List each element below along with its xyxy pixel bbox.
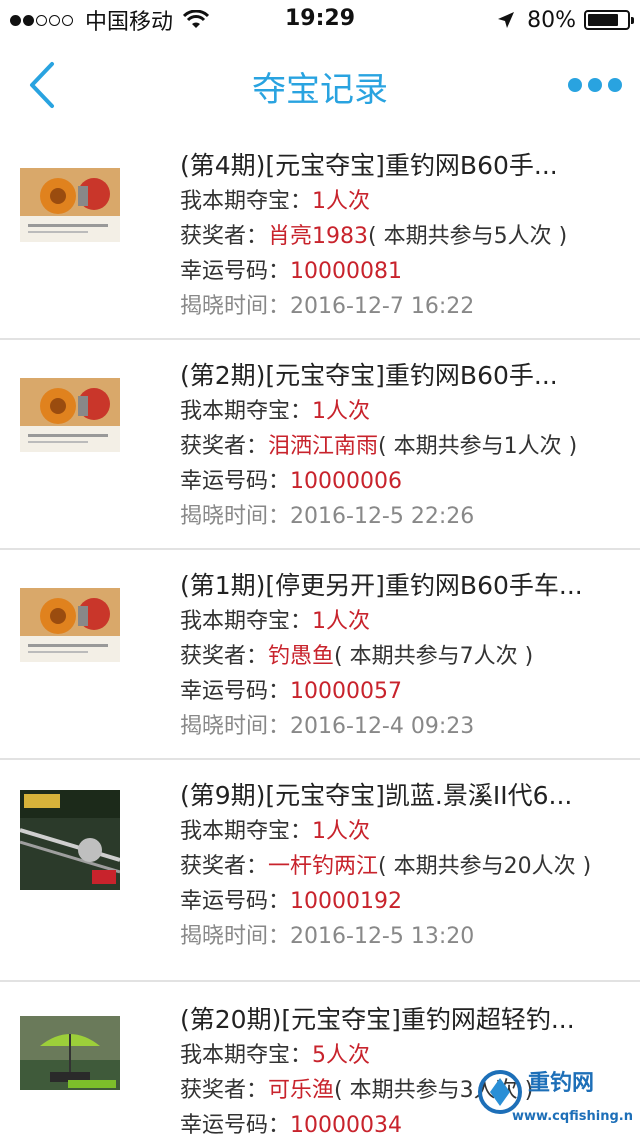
battery-percent: 80% [527,7,576,33]
record-title: (第20期)[元宝夺宝]重钓网超轻钓... [180,1005,575,1034]
reveal-time-value: 2016-12-4 09:23 [290,714,475,739]
lucky-number-value: 10000081 [290,259,402,284]
record-title: (第9期)[元宝夺宝]凯蓝.景溪II代6... [180,781,573,810]
record-title: (第2期)[元宝夺宝]重钓网B60手... [180,361,558,390]
my-entries-value: 1人次 [312,189,371,214]
product-thumbnail [20,790,120,890]
my-entries-value: 1人次 [312,819,371,844]
lucky-number-label: 幸运号码： [180,889,291,914]
my-entries-label: 我本期夺宝： [180,609,313,634]
lucky-number-value: 10000034 [290,1113,402,1136]
winner-name: 一杆钓两江 [268,854,379,879]
reveal-time-value: 2016-12-5 22:26 [290,504,475,529]
participation-count: ( 本期共参与5人次 ) [368,224,568,249]
lucky-number-label: 幸运号码： [180,469,291,494]
nav-bar: 夺宝记录 [0,40,640,130]
list-item[interactable]: (第4期)[元宝夺宝]重钓网B60手... 我本期夺宝：1人次 获奖者：肖亮19… [0,130,640,340]
list-item[interactable]: (第2期)[元宝夺宝]重钓网B60手... 我本期夺宝：1人次 获奖者：泪洒江南… [0,340,640,550]
winner-name: 泪洒江南雨 [268,434,379,459]
product-thumbnail [20,588,120,662]
my-entries-label: 我本期夺宝： [180,189,313,214]
my-entries-label: 我本期夺宝： [180,1043,313,1068]
winner-label: 获奖者： [180,1078,269,1103]
more-dot-icon [588,78,602,92]
record-list: (第4期)[元宝夺宝]重钓网B60手... 我本期夺宝：1人次 获奖者：肖亮19… [0,130,640,1136]
lucky-number-label: 幸运号码： [180,259,291,284]
winner-label: 获奖者： [180,644,269,669]
more-dot-icon [608,78,622,92]
participation-count: ( 本期共参与1人次 ) [378,434,578,459]
watermark-logo: 重钓网 www.cqfishing.net [472,1058,640,1130]
list-item[interactable]: (第1期)[停更另开]重钓网B60手车... 我本期夺宝：1人次 获奖者：钓愚鱼… [0,550,640,760]
more-dot-icon [568,78,582,92]
reveal-time-value: 2016-12-5 13:20 [290,924,475,949]
reveal-time-value: 2016-12-7 16:22 [290,294,475,319]
watermark-brand: 重钓网 [528,1070,594,1096]
my-entries-label: 我本期夺宝： [180,819,313,844]
page-title: 夺宝记录 [252,70,388,110]
winner-label: 获奖者： [180,434,269,459]
my-entries-label: 我本期夺宝： [180,399,313,424]
my-entries-value: 1人次 [312,399,371,424]
winner-label: 获奖者： [180,224,269,249]
participation-count: ( 本期共参与7人次 ) [334,644,534,669]
record-title: (第4期)[元宝夺宝]重钓网B60手... [180,151,558,180]
list-item[interactable]: (第9期)[元宝夺宝]凯蓝.景溪II代6... 我本期夺宝：1人次 获奖者：一杆… [0,760,640,982]
more-button[interactable] [568,76,622,94]
record-title: (第1期)[停更另开]重钓网B60手车... [180,571,583,600]
product-thumbnail [20,168,120,242]
participation-count: ( 本期共参与20人次 ) [378,854,592,879]
winner-label: 获奖者： [180,854,269,879]
reveal-time-label: 揭晓时间： [180,924,291,949]
status-bar: 中国移动 19:29 80% [0,0,640,40]
lucky-number-label: 幸运号码： [180,1113,291,1136]
reveal-time-label: 揭晓时间： [180,714,291,739]
product-thumbnail [20,378,120,452]
my-entries-value: 1人次 [312,609,371,634]
lucky-number-value: 10000057 [290,679,402,704]
winner-name: 可乐渔 [268,1078,335,1103]
my-entries-value: 5人次 [312,1043,371,1068]
winner-name: 肖亮1983 [268,224,369,249]
product-thumbnail [20,1016,120,1090]
reveal-time-label: 揭晓时间： [180,294,291,319]
lucky-number-value: 10000192 [290,889,402,914]
status-right: 80% [497,6,634,34]
battery-icon [584,10,634,30]
reveal-time-label: 揭晓时间： [180,504,291,529]
watermark-url: www.cqfishing.net [512,1109,632,1124]
lucky-number-value: 10000006 [290,469,402,494]
location-arrow-icon [498,12,515,28]
battery-level [588,14,619,26]
lucky-number-label: 幸运号码： [180,679,291,704]
winner-name: 钓愚鱼 [268,644,335,669]
